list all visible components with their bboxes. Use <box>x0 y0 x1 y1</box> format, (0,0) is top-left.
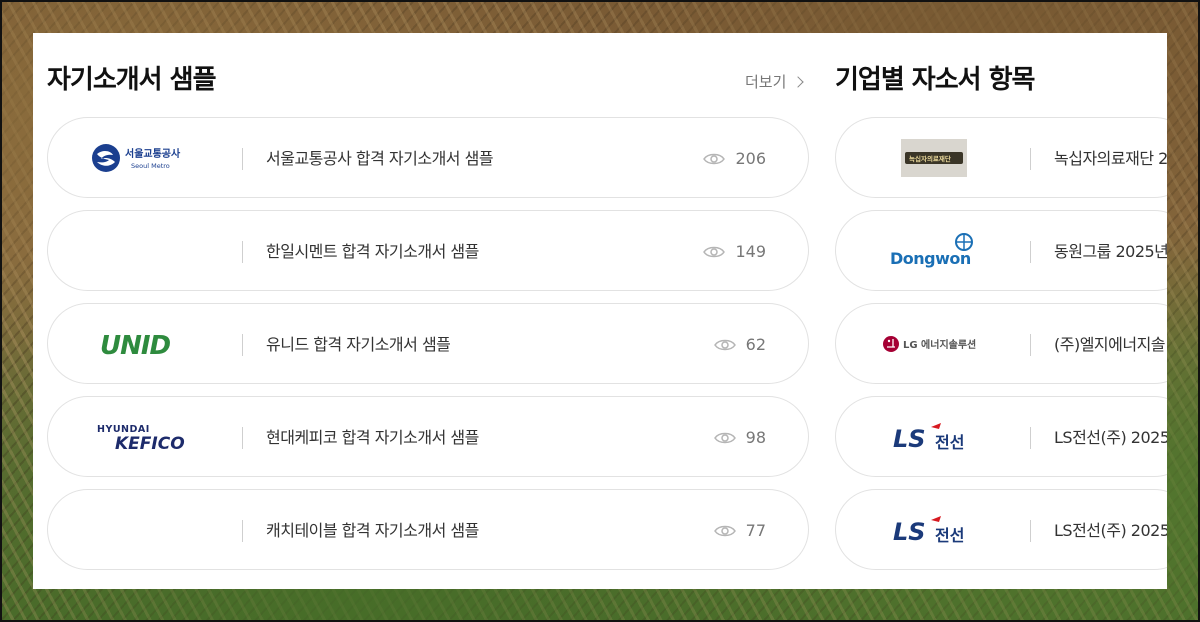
list-item[interactable]: UNID 유니드 합격 자기소개서 샘플 62 <box>47 303 809 384</box>
svg-text:전선: 전선 <box>935 526 964 545</box>
divider <box>242 334 243 356</box>
item-title: 서울교통공사 합격 자기소개서 샘플 <box>266 149 494 168</box>
item-title: LS전선(주) 2025 <box>1054 521 1167 540</box>
view-count: 62 <box>713 304 766 385</box>
company-logo <box>48 211 243 290</box>
divider <box>1030 520 1031 542</box>
more-link-label: 더보기 <box>745 73 787 91</box>
item-title: LS전선(주) 2025 <box>1054 428 1167 447</box>
divider <box>1030 148 1031 170</box>
eye-icon <box>703 245 726 259</box>
content-panel: 자기소개서 샘플 더보기 서울교통공사 Seoul Metro 서울교통공사 합… <box>33 33 1167 589</box>
svg-text:LS: LS <box>893 518 926 546</box>
divider <box>1030 334 1031 356</box>
svg-text:녹십자의료재단: 녹십자의료재단 <box>909 154 951 163</box>
unid-logo-icon: UNID <box>100 331 172 360</box>
divider <box>242 148 243 170</box>
list-item[interactable]: LS 전선 LS전선(주) 2025 <box>835 396 1167 477</box>
svg-text:Dongwon: Dongwon <box>890 249 971 268</box>
seoulmetro-logo-icon: 서울교통공사 Seoul Metro <box>91 143 181 172</box>
company-logo: Dongwon <box>836 211 1031 290</box>
list-item[interactable]: LG 에너지솔루션 (주)엘지에너지솔 <box>835 303 1167 384</box>
company-logo: UNID <box>48 304 243 383</box>
eye-icon <box>703 152 726 166</box>
list-item[interactable]: Dongwon 동원그룹 2025년 <box>835 210 1167 291</box>
svg-text:서울교통공사: 서울교통공사 <box>125 147 181 160</box>
view-count-value: 98 <box>745 428 766 447</box>
divider <box>242 241 243 263</box>
samples-section-title: 자기소개서 샘플 <box>47 65 216 95</box>
view-count: 206 <box>703 118 766 199</box>
dongwon-logo-icon: Dongwon <box>890 232 973 268</box>
lg-logo-icon: LG 에너지솔루션 <box>882 335 976 352</box>
eye-icon <box>713 338 736 352</box>
gclabs-logo-icon: 녹십자의료재단 <box>900 138 967 177</box>
list-item[interactable]: 캐치테이블 합격 자기소개서 샘플 77 <box>47 489 809 570</box>
item-title: 유니드 합격 자기소개서 샘플 <box>266 335 451 354</box>
company-logo: 서울교통공사 Seoul Metro <box>48 118 243 197</box>
more-link[interactable]: 더보기 <box>745 71 805 92</box>
company-logo: LS 전선 <box>836 397 1031 476</box>
item-title: 한일시멘트 합격 자기소개서 샘플 <box>266 242 479 261</box>
chevron-right-icon <box>792 75 805 88</box>
list-item[interactable]: 서울교통공사 Seoul Metro 서울교통공사 합격 자기소개서 샘플 20… <box>47 117 809 198</box>
svg-text:UNID: UNID <box>100 331 171 360</box>
list-item[interactable]: LS 전선 LS전선(주) 2025 <box>835 489 1167 570</box>
divider <box>242 520 243 542</box>
company-logo: HYUNDAI KEFICO <box>48 397 243 476</box>
view-count-value: 149 <box>735 242 766 261</box>
svg-text:KEFICO: KEFICO <box>115 434 185 454</box>
list-item[interactable]: 한일시멘트 합격 자기소개서 샘플 149 <box>47 210 809 291</box>
view-count-value: 206 <box>735 149 766 168</box>
company-section-title: 기업별 자소서 항목 <box>835 65 1035 95</box>
company-logo: LG 에너지솔루션 <box>836 304 1031 383</box>
view-count: 149 <box>703 211 766 292</box>
list-item[interactable]: HYUNDAI KEFICO 현대케피코 합격 자기소개서 샘플 98 <box>47 396 809 477</box>
item-title: 캐치테이블 합격 자기소개서 샘플 <box>266 521 479 540</box>
company-logo <box>48 490 243 569</box>
item-title: 현대케피코 합격 자기소개서 샘플 <box>266 428 479 447</box>
list-item[interactable]: 녹십자의료재단 녹십자의료재단 2 <box>835 117 1167 198</box>
view-count-value: 62 <box>745 335 766 354</box>
company-logo: LS 전선 <box>836 490 1031 569</box>
view-count-value: 77 <box>745 521 766 540</box>
divider <box>242 427 243 449</box>
divider <box>1030 427 1031 449</box>
eye-icon <box>713 524 736 538</box>
view-count: 77 <box>713 490 766 571</box>
kefico-logo-icon: HYUNDAI KEFICO <box>97 424 185 454</box>
item-title: 동원그룹 2025년 <box>1054 242 1167 261</box>
view-count: 98 <box>713 397 766 478</box>
company-logo: 녹십자의료재단 <box>836 118 1031 197</box>
item-title: (주)엘지에너지솔 <box>1054 335 1166 354</box>
eye-icon <box>713 431 736 445</box>
svg-text:전선: 전선 <box>935 433 964 452</box>
svg-text:LG 에너지솔루션: LG 에너지솔루션 <box>903 338 976 351</box>
ls-logo-icon: LS 전선 <box>893 515 964 546</box>
item-title: 녹십자의료재단 2 <box>1054 149 1167 168</box>
divider <box>1030 241 1031 263</box>
svg-text:LS: LS <box>893 425 926 453</box>
ls-logo-icon: LS 전선 <box>893 422 964 453</box>
svg-text:Seoul Metro: Seoul Metro <box>131 162 170 170</box>
